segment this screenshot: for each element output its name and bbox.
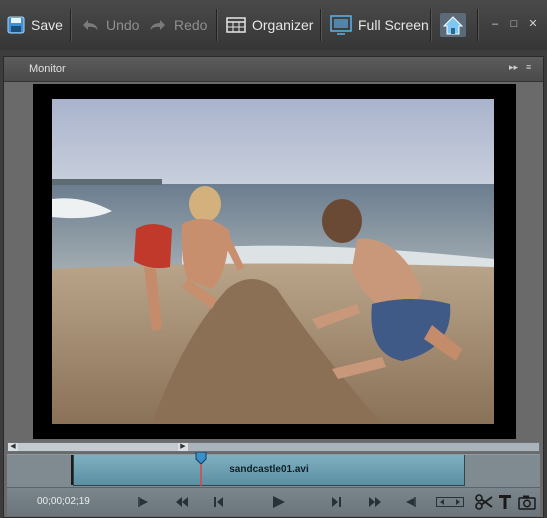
timeline-horizontal-scrollbar[interactable]: ◀ ▶ [7,442,540,452]
go-to-in-point-button[interactable] [137,494,151,510]
main-toolbar: Save Undo Redo Organizer Full Screen – □… [0,0,547,50]
save-button[interactable]: Save [7,0,63,50]
play-button[interactable] [269,494,289,510]
go-to-out-point-button[interactable] [403,494,417,510]
step-forward-button[interactable] [327,494,343,510]
monitor-panel-header: Monitor ▸▸ ≡ [4,57,543,82]
maximize-icon: □ [510,18,518,30]
step-back-icon [214,497,223,507]
redo-icon [150,20,165,30]
scrollbar-thumb[interactable] [8,443,188,451]
go-to-out-point-icon [406,497,416,507]
rewind-button[interactable] [174,494,190,510]
video-preview-frame [33,84,516,439]
home-button[interactable] [440,0,472,50]
beach-scene-image [52,99,494,424]
playback-controls: 00;00;02;19 [7,487,540,516]
panel-expand-icon[interactable]: ▸▸ [509,62,518,73]
full-screen-button[interactable]: Full Screen [330,0,429,50]
fast-forward-icon [369,497,381,507]
minimize-icon: – [491,18,499,30]
undo-button[interactable]: Undo [80,0,139,50]
close-button[interactable]: ✕ [526,17,540,31]
text-icon [499,495,511,509]
split-view-icon [436,497,464,507]
home-icon [440,13,466,37]
split-view-button[interactable] [435,494,465,510]
split-clip-button[interactable] [474,494,494,510]
go-to-in-point-icon [138,497,148,507]
fast-forward-button[interactable] [367,494,383,510]
redo-label: Redo [174,17,208,33]
play-icon [273,496,285,508]
full-screen-label: Full Screen [358,17,429,33]
rewind-icon [176,497,188,507]
organizer-button[interactable]: Organizer [226,0,313,50]
scroll-right-icon[interactable]: ▶ [178,443,188,451]
close-icon: ✕ [528,18,538,30]
step-back-button[interactable] [212,494,228,510]
save-label: Save [31,17,63,33]
redo-button[interactable]: Redo [148,0,207,50]
organizer-icon [226,17,246,33]
current-timecode: 00;00;02;19 [37,496,90,507]
undo-icon [83,20,98,30]
step-forward-icon [332,497,341,507]
playhead-marker[interactable] [195,452,207,486]
scroll-left-icon[interactable]: ◀ [8,443,18,451]
panel-menu-icon[interactable]: ≡ [526,62,531,72]
save-icon [7,16,25,34]
clip-timeline[interactable]: sandcastle01.avi [7,452,540,488]
video-clip[interactable]: sandcastle01.avi [73,455,465,486]
add-text-button[interactable] [497,494,513,510]
camera-icon [518,495,536,510]
clip-name-label: sandcastle01.avi [229,464,309,475]
monitor-title: Monitor [29,63,66,75]
monitor-panel: Monitor ▸▸ ≡ ◀ ▶ sandcastle01.avi 00;00;… [3,56,544,518]
freeze-frame-button[interactable] [518,494,536,510]
video-preview[interactable] [52,99,494,424]
scissors-icon [475,494,493,510]
maximize-button[interactable]: □ [507,17,521,31]
minimize-button[interactable]: – [488,17,502,31]
undo-label: Undo [106,17,140,33]
full-screen-icon [330,15,352,35]
organizer-label: Organizer [252,17,314,33]
